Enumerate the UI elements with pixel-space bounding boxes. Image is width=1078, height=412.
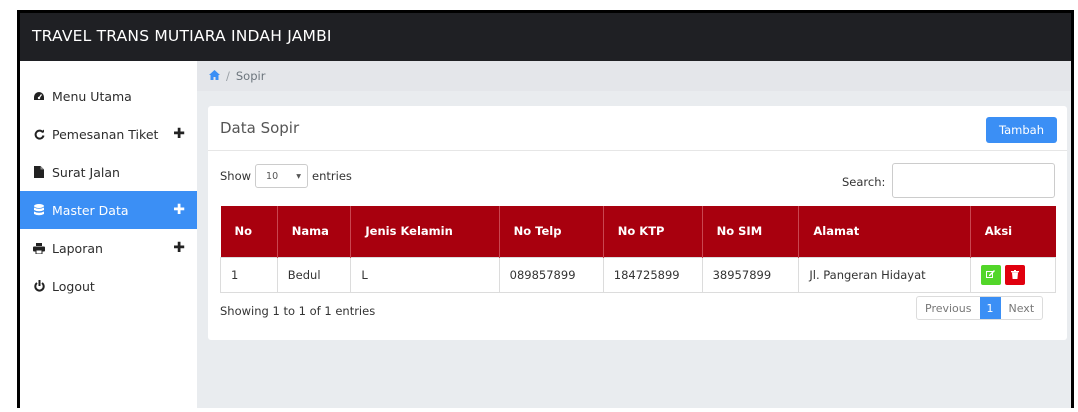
expand-plus-icon[interactable]: ✚	[173, 240, 185, 256]
home-icon[interactable]	[209, 69, 220, 83]
search-label: Search:	[842, 175, 886, 189]
trash-icon	[1010, 270, 1019, 279]
action-buttons	[980, 264, 1055, 285]
column-header[interactable]: Aksi	[970, 206, 1056, 257]
top-navbar: TRAVEL TRANS MUTIARA INDAH JAMBI	[20, 13, 1071, 61]
table-header-row: No Nama Jenis Kelamin No Telp No KTP No …	[220, 206, 1056, 257]
cell-jenis-kelamin: L	[350, 256, 500, 293]
app-window: TRAVEL TRANS MUTIARA INDAH JAMBI Menu Ut…	[17, 10, 1074, 408]
sidebar-item-label: Pemesanan Tiket	[52, 126, 159, 142]
show-label: Show	[220, 169, 252, 183]
column-header[interactable]: Jenis Kelamin	[350, 206, 500, 257]
file-icon	[32, 166, 46, 178]
sidebar-item-pemesanan-tiket[interactable]: Pemesanan Tiket ✚	[20, 115, 197, 153]
table-row: 1 Bedul L 089857899 184725899 38957899 J…	[220, 256, 1057, 293]
power-icon	[32, 280, 46, 292]
breadcrumb-separator: /	[226, 69, 230, 83]
breadcrumb: / Sopir	[197, 61, 1071, 91]
sidebar-item-label: Menu Utama	[52, 88, 132, 104]
sidebar-item-label: Surat Jalan	[52, 164, 120, 180]
refresh-icon	[32, 129, 46, 140]
main-content: / Sopir Data Sopir Tambah Show 10 ▾ entr…	[197, 61, 1071, 408]
column-header[interactable]: Alamat	[798, 206, 971, 257]
column-header[interactable]: No SIM	[702, 206, 800, 257]
sidebar-item-menu-utama[interactable]: Menu Utama	[20, 77, 197, 115]
database-icon	[32, 204, 46, 216]
page-1-button[interactable]: 1	[979, 297, 1001, 319]
cell-aksi	[969, 256, 1057, 293]
page-title: Data Sopir	[220, 119, 300, 137]
column-header[interactable]: No Telp	[499, 206, 604, 257]
divider	[208, 150, 1067, 151]
breadcrumb-current: Sopir	[235, 69, 266, 83]
sidebar: Menu Utama Pemesanan Tiket ✚ Surat Jalan…	[20, 61, 197, 408]
cell-no-telp: 089857899	[498, 256, 604, 293]
entries-label: entries	[312, 169, 352, 183]
sidebar-item-label: Logout	[52, 278, 95, 294]
table-info: Showing 1 to 1 of 1 entries	[220, 304, 376, 318]
data-card: Data Sopir Tambah Show 10 ▾ entries Sear…	[208, 106, 1067, 340]
column-header[interactable]: No	[220, 206, 278, 257]
cell-nama: Bedul	[276, 256, 352, 293]
print-icon	[32, 242, 46, 254]
caret-down-icon: ▾	[296, 170, 302, 182]
sidebar-item-surat-jalan[interactable]: Surat Jalan	[20, 153, 197, 191]
app-title: TRAVEL TRANS MUTIARA INDAH JAMBI	[32, 27, 332, 45]
sidebar-item-laporan[interactable]: Laporan ✚	[20, 229, 197, 267]
delete-button[interactable]	[1004, 264, 1025, 285]
add-button[interactable]: Tambah	[986, 117, 1057, 143]
sidebar-item-logout[interactable]: Logout	[20, 267, 197, 305]
edit-icon	[986, 270, 996, 278]
next-page-button[interactable]: Next	[1001, 297, 1043, 319]
cell-no-ktp: 184725899	[602, 256, 703, 293]
column-header[interactable]: No KTP	[603, 206, 703, 257]
dashboard-icon	[32, 91, 46, 102]
entries-select[interactable]: 10 ▾	[255, 164, 309, 188]
cell-no: 1	[220, 256, 278, 293]
pagination: Previous 1 Next	[916, 296, 1044, 320]
cell-no-sim: 38957899	[701, 256, 800, 293]
expand-plus-icon[interactable]: ✚	[173, 202, 185, 218]
previous-page-button[interactable]: Previous	[917, 297, 979, 319]
entries-select-value: 10	[266, 170, 279, 182]
search-input[interactable]	[892, 163, 1055, 198]
entries-length-control: Show 10 ▾ entries	[220, 164, 352, 188]
expand-plus-icon[interactable]: ✚	[173, 126, 185, 142]
sopir-table: No Nama Jenis Kelamin No Telp No KTP No …	[220, 206, 1057, 293]
sidebar-item-label: Master Data	[52, 202, 129, 218]
sidebar-item-master-data[interactable]: Master Data ✚	[20, 191, 197, 229]
edit-button[interactable]	[980, 264, 1001, 285]
sidebar-item-label: Laporan	[52, 240, 103, 256]
column-header[interactable]: Nama	[277, 206, 352, 257]
cell-alamat: Jl. Pangeran Hidayat	[798, 256, 971, 293]
